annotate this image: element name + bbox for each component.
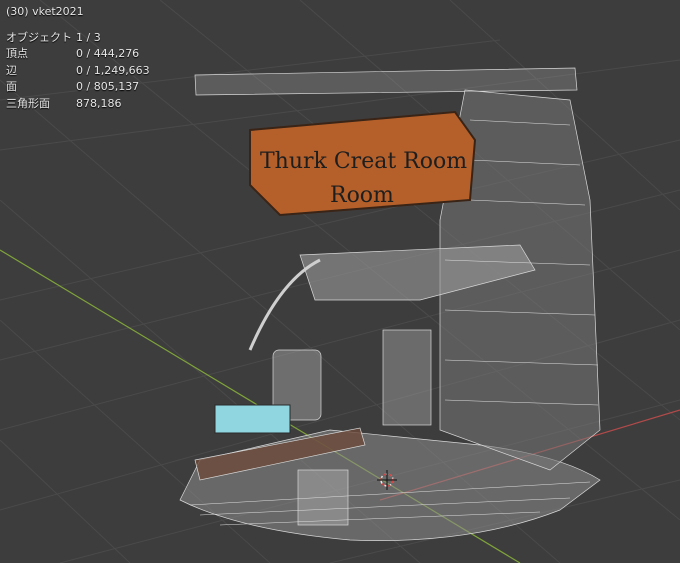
model-sign-board: Thurk Creat Room Room xyxy=(249,110,477,217)
stat-row-objects: オブジェクト 1 / 3 xyxy=(6,29,150,46)
stat-label: 辺 xyxy=(6,63,17,77)
model-cyan-sign xyxy=(214,404,291,434)
model-top-beam xyxy=(194,67,578,96)
stat-row-edges: 辺 0 / 1,249,663 xyxy=(6,62,150,79)
viewport-stats-overlay: (30) vket2021 オブジェクト 1 / 3 頂点 0 / 444,27… xyxy=(6,4,150,112)
stat-row-triangles: 三角形面 878,186 xyxy=(6,95,150,112)
stat-value: 0 / 1,249,663 xyxy=(76,63,150,77)
stat-label: 頂点 xyxy=(6,47,28,61)
stat-row-faces: 面 0 / 805,137 xyxy=(6,79,150,96)
sign-line2: Room xyxy=(330,183,394,208)
model-column xyxy=(382,329,432,426)
stat-label: オブジェクト xyxy=(6,30,72,44)
stat-label: 面 xyxy=(6,80,17,94)
sign-line1: Thurk Creat Room xyxy=(260,149,467,174)
stat-value: 878,186 xyxy=(76,96,122,110)
stat-value: 1 / 3 xyxy=(76,30,101,44)
stat-row-vertices: 頂点 0 / 444,276 xyxy=(6,46,150,63)
stat-value: 0 / 444,276 xyxy=(76,47,140,61)
stat-value: 0 / 805,137 xyxy=(76,80,140,94)
stat-label: 三角形面 xyxy=(6,96,50,110)
viewport-header-text: (30) vket2021 xyxy=(6,5,84,18)
